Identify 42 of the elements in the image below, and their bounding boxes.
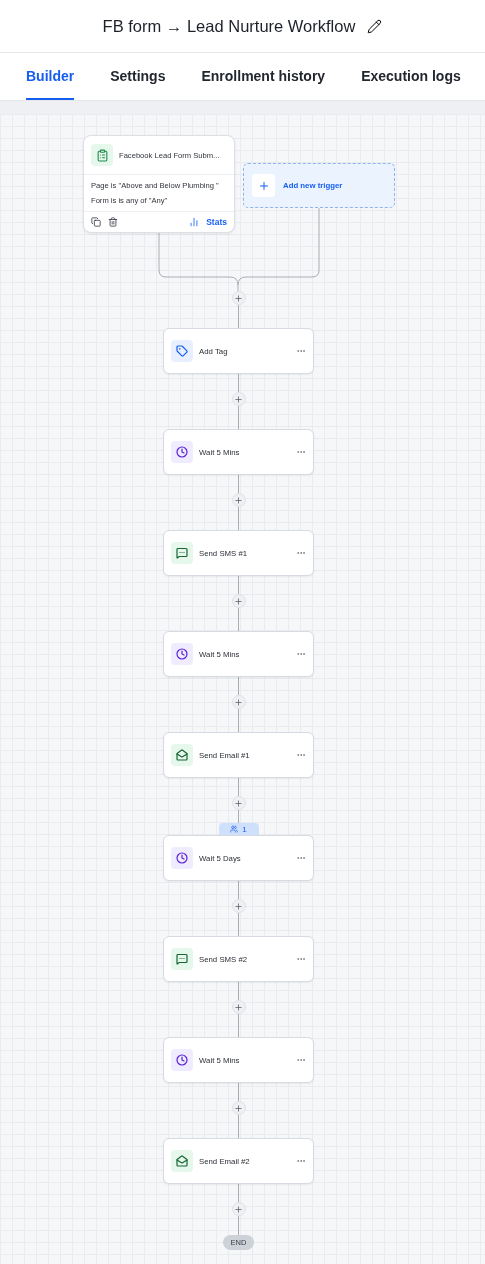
plus-icon (234, 901, 243, 911)
workflow-title: FB form → Lead Nurture Workflow (102, 16, 356, 36)
add-step-button[interactable] (231, 392, 246, 406)
plus-icon (234, 596, 243, 606)
chat-icon (171, 542, 193, 564)
clock-icon (171, 1049, 193, 1071)
users-icon (230, 825, 239, 833)
add-step-button[interactable] (231, 594, 246, 608)
plus-icon (234, 394, 243, 404)
plus-icon (234, 495, 243, 505)
plus-icon (234, 697, 243, 707)
tab[interactable]: Settings (110, 53, 166, 100)
edit-icon[interactable] (367, 18, 383, 34)
copy-icon[interactable] (91, 217, 101, 227)
envelope-icon (171, 1150, 193, 1172)
plus-icon (252, 174, 275, 197)
trash-icon[interactable] (108, 217, 118, 227)
add-step-button[interactable] (231, 1000, 246, 1014)
add-step-button[interactable] (231, 291, 246, 305)
plus-icon (234, 1103, 243, 1113)
add-step-button[interactable] (231, 796, 246, 810)
plus-icon (234, 293, 243, 303)
envelope-icon (171, 744, 193, 766)
chat-icon (171, 948, 193, 970)
clock-icon (171, 847, 193, 869)
add-step-button[interactable] (231, 1202, 246, 1216)
clock-icon (171, 643, 193, 665)
bar-chart-icon[interactable] (189, 217, 200, 227)
add-step-button[interactable] (231, 1101, 246, 1115)
stats-link[interactable]: Stats (206, 217, 227, 227)
clipboard-icon (91, 144, 113, 166)
tag-icon (171, 340, 193, 362)
plus-icon (234, 1002, 243, 1012)
plus-icon (234, 798, 243, 808)
plus-icon (234, 1204, 243, 1214)
add-step-button[interactable] (231, 899, 246, 913)
add-step-button[interactable] (231, 695, 246, 709)
tab[interactable]: Execution logs (361, 53, 461, 100)
contact-count-badge[interactable]: 1 (218, 823, 259, 835)
tab[interactable]: Enrollment history (201, 53, 326, 100)
clock-icon (171, 441, 193, 463)
add-step-button[interactable] (231, 493, 246, 507)
